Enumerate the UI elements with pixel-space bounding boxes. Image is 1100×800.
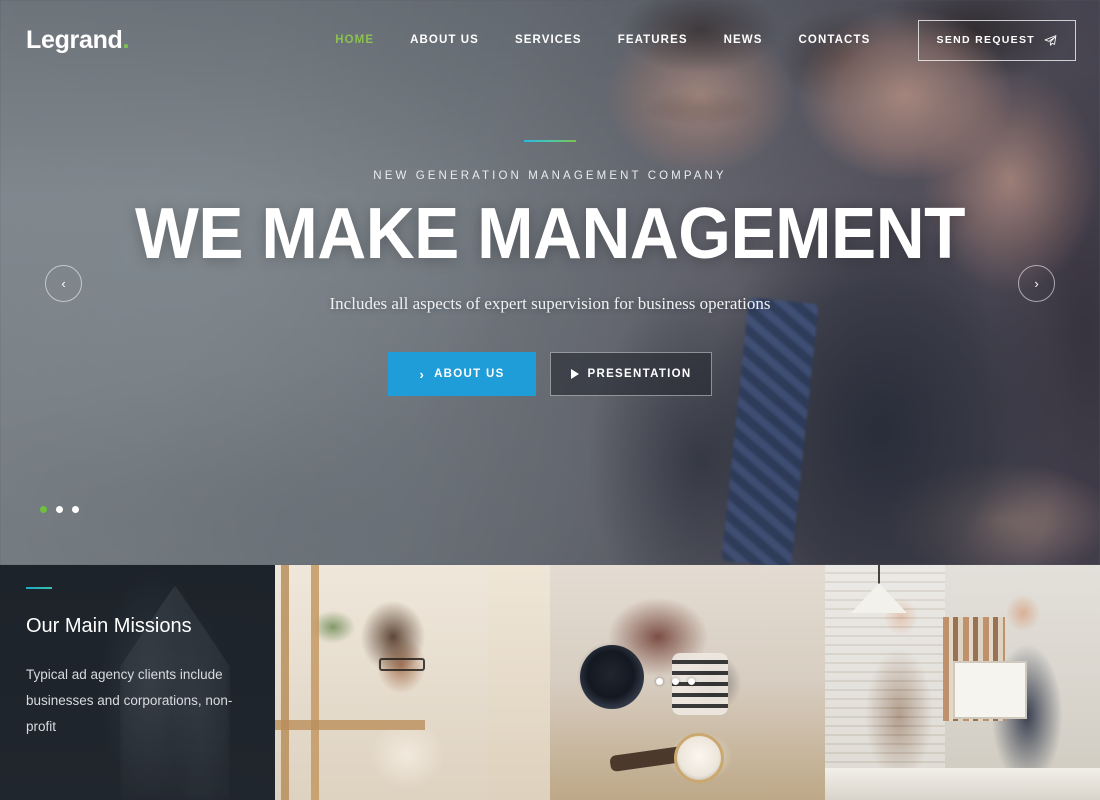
wristwatch-detail bbox=[674, 733, 724, 783]
gallery-section: Our Main Missions Typical ad agency clie… bbox=[0, 565, 1100, 800]
gallery-dot-1[interactable] bbox=[656, 678, 663, 685]
gallery-pagination bbox=[656, 678, 695, 685]
paper-plane-icon bbox=[1044, 34, 1057, 46]
send-request-label: SEND REQUEST bbox=[936, 34, 1035, 46]
gallery-dot-3[interactable] bbox=[688, 678, 695, 685]
nav-item-features[interactable]: FEATURES bbox=[618, 34, 688, 46]
window-sill-detail bbox=[275, 720, 425, 730]
gallery-dot-2[interactable] bbox=[672, 678, 679, 685]
site-header: Legrand. HOME ABOUT US SERVICES FEATURES… bbox=[0, 0, 1100, 80]
nav-item-services[interactable]: SERVICES bbox=[515, 34, 582, 46]
slider-prev-button[interactable]: ‹ bbox=[45, 265, 82, 302]
main-navigation: HOME ABOUT US SERVICES FEATURES NEWS CON… bbox=[229, 34, 870, 46]
slider-next-button[interactable]: › bbox=[1018, 265, 1055, 302]
logo-dot-icon: . bbox=[122, 25, 130, 54]
logo-text: Legrand bbox=[26, 25, 123, 54]
main-missions-card: Our Main Missions Typical ad agency clie… bbox=[0, 565, 275, 800]
hero-presentation-button[interactable]: PRESENTATION bbox=[550, 352, 712, 396]
hero-about-us-button[interactable]: › ABOUT US bbox=[388, 352, 536, 396]
play-icon bbox=[570, 369, 579, 379]
camera-lens-detail bbox=[580, 645, 644, 709]
hero-presentation-label: PRESENTATION bbox=[587, 368, 692, 380]
slider-dot-1[interactable] bbox=[40, 506, 47, 513]
woman-at-window-photo[interactable] bbox=[275, 565, 550, 800]
missions-content: Our Main Missions Typical ad agency clie… bbox=[0, 565, 275, 740]
hero-content: NEW GENERATION MANAGEMENT COMPANY WE MAK… bbox=[0, 140, 1100, 396]
missions-text: Typical ad agency clients include busine… bbox=[26, 667, 233, 734]
desk-detail bbox=[825, 768, 1100, 800]
chevron-right-icon: › bbox=[419, 366, 426, 382]
hero-subheadline: Includes all aspects of expert supervisi… bbox=[329, 294, 771, 313]
nav-item-news[interactable]: NEWS bbox=[724, 34, 763, 46]
missions-title: Our Main Missions bbox=[26, 615, 192, 637]
eyeglasses-detail bbox=[379, 658, 425, 671]
slider-dot-3[interactable] bbox=[72, 506, 79, 513]
hero-accent-divider bbox=[524, 140, 576, 142]
nav-item-contacts[interactable]: CONTACTS bbox=[799, 34, 871, 46]
hero-headline: WE MAKE MANAGEMENT bbox=[135, 194, 965, 274]
send-request-button[interactable]: SEND REQUEST bbox=[917, 19, 1076, 61]
nav-item-about-us[interactable]: ABOUT US bbox=[410, 34, 479, 46]
slider-dot-2[interactable] bbox=[56, 506, 63, 513]
business-handshake-photo[interactable] bbox=[825, 565, 1100, 800]
missions-accent-divider bbox=[26, 587, 52, 589]
hero-about-us-label: ABOUT US bbox=[434, 368, 505, 380]
vintage-camera-desk-photo[interactable] bbox=[550, 565, 825, 800]
hero-button-row: › ABOUT US PRESENTATION bbox=[0, 352, 1100, 396]
hero-section: Legrand. HOME ABOUT US SERVICES FEATURES… bbox=[0, 0, 1100, 565]
hero-eyebrow: NEW GENERATION MANAGEMENT COMPANY bbox=[373, 170, 727, 182]
slider-pagination bbox=[40, 506, 79, 513]
site-logo[interactable]: Legrand. bbox=[26, 26, 129, 55]
lamp-cord-detail bbox=[878, 565, 880, 585]
nav-item-home[interactable]: HOME bbox=[335, 34, 374, 46]
whiteboard-detail bbox=[953, 661, 1027, 719]
wall-detail bbox=[488, 565, 550, 800]
